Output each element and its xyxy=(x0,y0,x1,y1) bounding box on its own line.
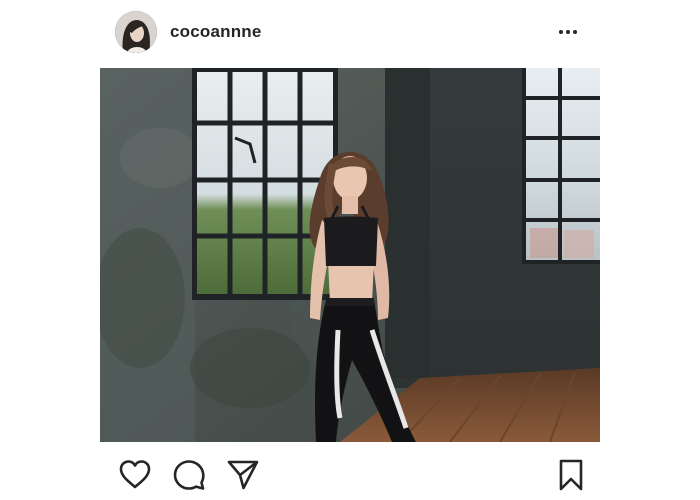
username[interactable]: cocoannne xyxy=(170,22,262,42)
bookmark-icon[interactable] xyxy=(554,458,588,492)
avatar[interactable] xyxy=(115,11,157,53)
post-header: cocoannne xyxy=(100,10,600,54)
instagram-post: cocoannne xyxy=(0,0,700,500)
post-action-bar xyxy=(100,452,600,496)
avatar-image xyxy=(115,11,157,53)
direct-share-icon[interactable] xyxy=(226,458,260,492)
comment-icon[interactable] xyxy=(172,458,206,492)
post-photo[interactable] xyxy=(100,68,600,442)
more-options-icon[interactable] xyxy=(556,20,580,44)
photo-image xyxy=(100,68,600,442)
heart-icon[interactable] xyxy=(118,458,152,492)
